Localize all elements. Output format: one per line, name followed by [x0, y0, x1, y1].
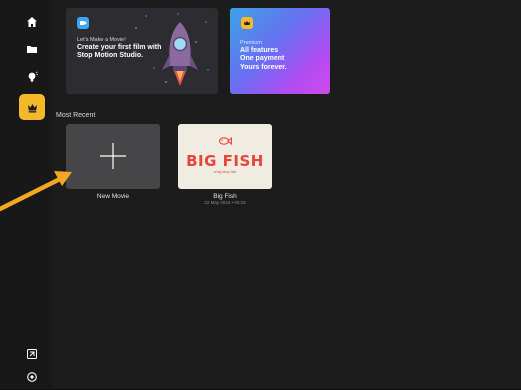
film-banner-kicker: Let's Make a Movie! — [77, 37, 126, 43]
crown-icon — [244, 20, 250, 25]
film-banner-headline: Create your first film with Stop Motion … — [77, 44, 161, 60]
home-icon — [27, 17, 37, 27]
premium-line2: One payment — [240, 55, 285, 63]
rocket-illustration — [162, 22, 198, 86]
new-movie-tile[interactable] — [66, 124, 160, 189]
sidebar-item-premium[interactable] — [19, 94, 45, 120]
big-fish-poster-subtitle: a big story fish — [213, 170, 237, 174]
big-fish-poster-title: BIG FISH — [186, 152, 264, 170]
premium-badge — [241, 17, 253, 29]
new-movie-label: New Movie — [96, 193, 130, 200]
premium-banner-kicker: Premium — [240, 40, 263, 46]
sidebar-item-projects[interactable] — [19, 36, 45, 62]
sidebar — [0, 0, 52, 389]
lightbulb-icon — [28, 71, 38, 82]
sidebar-item-settings[interactable] — [19, 364, 45, 390]
film-banner-line2: Stop Motion Studio. — [77, 52, 144, 60]
film-badge — [77, 17, 89, 29]
premium-line1: All features — [240, 47, 279, 55]
fish-icon — [218, 136, 232, 146]
crown-icon — [27, 103, 37, 112]
import-icon — [27, 349, 37, 359]
sidebar-item-home[interactable] — [19, 9, 45, 35]
big-fish-project-tile[interactable]: BIG FISH a big story fish — [178, 124, 272, 189]
big-fish-meta: 22 May 2016 • 00:15 — [204, 200, 246, 205]
plus-icon — [100, 143, 126, 169]
premium-line3: Yours forever. — [240, 63, 287, 71]
premium-banner[interactable]: Premium All features One payment Yours f… — [230, 8, 330, 94]
settings-icon — [27, 372, 37, 382]
create-film-banner[interactable]: Let's Make a Movie! Create your first fi… — [66, 8, 218, 94]
premium-banner-text: Premium All features One payment Yours f… — [240, 39, 287, 72]
section-title-most-recent: Most Recent — [56, 112, 96, 119]
film-banner-line1: Create your first film with — [77, 44, 162, 51]
folder-icon — [27, 46, 37, 53]
app-window: Let's Make a Movie! Create your first fi… — [0, 0, 521, 389]
main-content: Let's Make a Movie! Create your first fi… — [52, 0, 521, 389]
sidebar-item-tips[interactable] — [19, 64, 45, 90]
film-camera-icon — [80, 21, 87, 25]
big-fish-label: Big Fish — [213, 193, 237, 200]
